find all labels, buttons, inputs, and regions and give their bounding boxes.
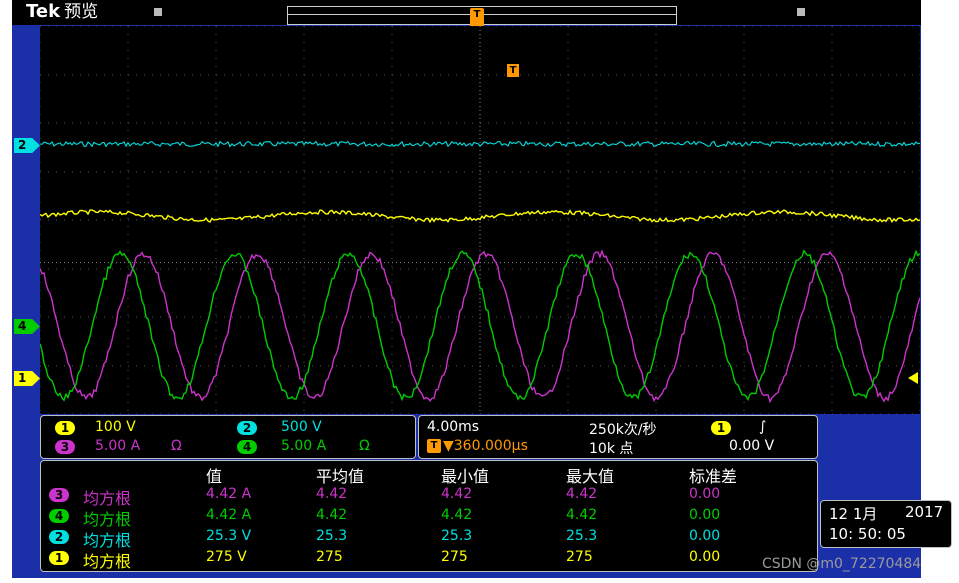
date-time-readout: 12 1月 2017 10: 50: 05 xyxy=(820,500,952,548)
ch4-scale: 5.00 A xyxy=(281,438,327,454)
waveform-display: T xyxy=(40,26,920,414)
row-ch-badge: 3 xyxy=(49,488,69,502)
row-ch-badge: 1 xyxy=(49,551,69,565)
header-std: 标准差 xyxy=(689,467,738,486)
mode-label: 预览 xyxy=(64,2,99,22)
header-mean: 平均值 xyxy=(316,467,365,486)
ch4-impedance-icon: Ω xyxy=(359,438,370,454)
row-min: 275 xyxy=(441,549,468,565)
measurement-panel: 值 平均值 最小值 最大值 标准差 3 均方根 4.42 A 4.42 4.42… xyxy=(40,460,818,572)
header-value: 值 xyxy=(206,467,223,486)
row-value: 4.42 A xyxy=(206,486,252,502)
row-mean: 275 xyxy=(316,549,343,565)
record-length: 10k 点 xyxy=(589,441,634,457)
trigger-level-arrow[interactable] xyxy=(908,372,918,384)
row-mean: 25.3 xyxy=(316,528,348,544)
trigger-slope-icon: ∫ xyxy=(759,419,767,435)
trigger-icon: T xyxy=(427,439,441,453)
sample-rate: 250k次/秒 xyxy=(589,422,657,438)
measurement-row-ch3[interactable]: 3 均方根 4.42 A 4.42 4.42 4.42 0.00 xyxy=(41,485,817,508)
trigger-position[interactable]: ▼360.000µs xyxy=(443,438,528,454)
row-mean: 4.42 xyxy=(316,486,348,502)
header-max: 最大值 xyxy=(566,467,615,486)
row-min: 25.3 xyxy=(441,528,473,544)
row-max: 4.42 xyxy=(566,507,598,523)
graticule xyxy=(40,26,920,414)
ch3-badge[interactable]: 3 xyxy=(55,440,75,454)
ch1-badge[interactable]: 1 xyxy=(55,421,75,435)
ch4-badge[interactable]: 4 xyxy=(237,440,257,454)
row-value: 275 V xyxy=(206,549,247,565)
ch3-scale: 5.00 A xyxy=(95,438,141,454)
watermark-text: CSDN @m0_72270484 xyxy=(762,556,922,572)
row-type: 均方根 xyxy=(83,552,132,571)
row-max: 4.42 xyxy=(566,486,598,502)
row-min: 4.42 xyxy=(441,507,473,523)
measurement-row-ch1[interactable]: 1 均方根 275 V 275 275 275 0.00 xyxy=(41,548,817,571)
trigger-level: 0.00 V xyxy=(729,438,775,454)
row-value: 4.42 A xyxy=(206,507,252,523)
row-std: 0.00 xyxy=(689,507,721,523)
row-max: 275 xyxy=(566,549,593,565)
time-per-div[interactable]: 4.00ms xyxy=(427,419,479,435)
timebase-panel: 4.00ms 250k次/秒 1 ∫ T ▼360.000µs 10k 点 0.… xyxy=(418,415,818,459)
measurement-row-ch2[interactable]: 2 均方根 25.3 V 25.3 25.3 25.3 0.00 xyxy=(41,527,817,550)
measurement-row-ch4[interactable]: 4 均方根 4.42 A 4.42 4.42 4.42 0.00 xyxy=(41,506,817,529)
header-min: 最小值 xyxy=(441,467,490,486)
row-mean: 4.42 xyxy=(316,507,348,523)
row-std: 0.00 xyxy=(689,549,721,565)
top-tick-left xyxy=(154,8,162,16)
row-min: 4.42 xyxy=(441,486,473,502)
ch2-scale: 500 V xyxy=(281,419,322,435)
trigger-position-marker-top[interactable]: T xyxy=(470,8,484,28)
trigger-position-marker[interactable]: T xyxy=(507,64,519,77)
trigger-source-badge[interactable]: 1 xyxy=(711,421,731,435)
row-std: 0.00 xyxy=(689,486,721,502)
row-std: 0.00 xyxy=(689,528,721,544)
ch3-impedance-icon: Ω xyxy=(171,438,182,454)
row-value: 25.3 V xyxy=(206,528,252,544)
year-label: 2017 xyxy=(905,503,944,521)
row-ch-badge: 4 xyxy=(49,509,69,523)
channel-settings-panel: 1 100 V 2 500 V 3 5.00 A Ω 4 5.00 A Ω xyxy=(40,415,416,459)
row-max: 25.3 xyxy=(566,528,598,544)
ch2-badge[interactable]: 2 xyxy=(237,421,257,435)
row-ch-badge: 2 xyxy=(49,530,69,544)
top-tick-right xyxy=(797,8,805,16)
time-label: 10: 50: 05 xyxy=(829,525,906,543)
brand-logo: Tek 预览 xyxy=(26,1,99,23)
ch1-scale: 100 V xyxy=(95,419,136,435)
date-label: 12 1月 xyxy=(829,505,878,523)
brand-name: Tek xyxy=(26,1,61,22)
